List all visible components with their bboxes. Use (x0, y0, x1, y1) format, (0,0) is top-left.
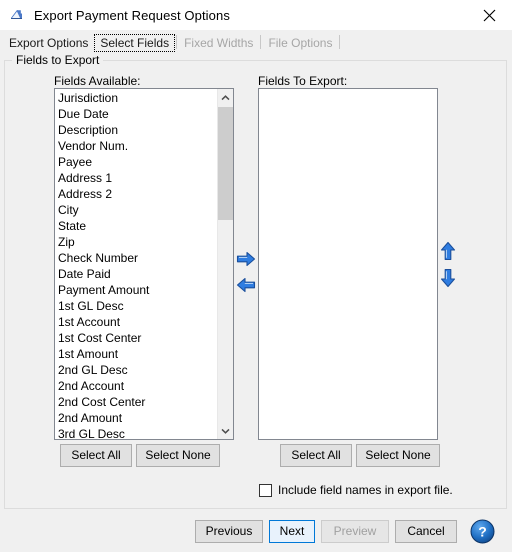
cancel-button[interactable]: Cancel (395, 520, 457, 543)
fields-available-scrollbar[interactable] (217, 89, 233, 439)
fields-to-export-items[interactable] (259, 89, 437, 90)
list-item[interactable]: 2nd Account (57, 378, 216, 394)
chevron-down-icon[interactable] (218, 422, 233, 439)
include-field-names-label: Include field names in export file. (278, 483, 453, 497)
tab-separator (176, 35, 178, 49)
fields-available-items[interactable]: Jurisdiction Due Date Description Vendor Nu… (55, 89, 216, 439)
arrow-right-icon[interactable] (235, 248, 257, 270)
list-item[interactable]: Jurisdiction (57, 90, 216, 106)
preview-button: Preview (321, 520, 389, 543)
fields-to-export-listbox[interactable] (258, 88, 438, 440)
list-item[interactable]: Zip (57, 234, 216, 250)
list-item[interactable]: Address 2 (57, 186, 216, 202)
list-item[interactable]: 2nd Amount (57, 410, 216, 426)
previous-button[interactable]: Previous (195, 520, 263, 543)
list-item[interactable]: State (57, 218, 216, 234)
tab-separator (260, 35, 262, 49)
list-item[interactable]: City (57, 202, 216, 218)
help-question-icon[interactable]: ? (470, 519, 495, 544)
available-select-all-button[interactable]: Select All (60, 444, 132, 467)
fields-to-export-label: Fields To Export: (258, 74, 348, 88)
list-item[interactable]: Description (57, 122, 216, 138)
export-document-icon (9, 7, 25, 23)
list-item[interactable]: Date Paid (57, 266, 216, 282)
tab-fixed-widths: Fixed Widths (184, 36, 254, 50)
group-legend: Fields to Export (12, 53, 104, 67)
tab-file-options: File Options (268, 36, 333, 50)
list-item[interactable]: Due Date (57, 106, 216, 122)
list-item[interactable]: 1st Amount (57, 346, 216, 362)
available-select-none-button[interactable]: Select None (136, 444, 220, 467)
list-item[interactable]: 1st Account (57, 314, 216, 330)
export-select-all-button[interactable]: Select All (280, 444, 352, 467)
list-item[interactable]: Vendor Num. (57, 138, 216, 154)
list-item[interactable]: Payee (57, 154, 216, 170)
tab-export-options[interactable]: Export Options (3, 34, 94, 52)
next-button[interactable]: Next (269, 520, 315, 543)
title-bar: Export Payment Request Options (0, 0, 512, 30)
tab-separator (339, 35, 341, 49)
tab-select-fields[interactable]: Select Fields (94, 34, 176, 52)
list-item[interactable]: 2nd Cost Center (57, 394, 216, 410)
list-item[interactable]: 2nd GL Desc (57, 362, 216, 378)
list-item[interactable]: Check Number (57, 250, 216, 266)
close-icon[interactable] (466, 0, 512, 30)
scrollbar-thumb[interactable] (218, 107, 233, 220)
list-item[interactable]: 1st Cost Center (57, 330, 216, 346)
include-field-names-row[interactable]: Include field names in export file. (259, 483, 453, 497)
arrow-down-icon[interactable] (437, 267, 459, 289)
window-title: Export Payment Request Options (34, 7, 230, 23)
tab-strip: Export Options Select Fields Fixed Width… (0, 30, 512, 52)
include-field-names-checkbox[interactable] (259, 483, 272, 497)
list-item[interactable]: Address 1 (57, 170, 216, 186)
fields-available-listbox[interactable]: Jurisdiction Due Date Description Vendor Nu… (54, 88, 234, 440)
svg-text:?: ? (478, 524, 487, 540)
list-item[interactable]: 1st GL Desc (57, 298, 216, 314)
fields-available-label: Fields Available: (54, 74, 141, 88)
list-item[interactable]: 3rd GL Desc (57, 426, 216, 439)
export-select-none-button[interactable]: Select None (356, 444, 440, 467)
list-item[interactable]: Payment Amount (57, 282, 216, 298)
chevron-up-icon[interactable] (218, 89, 233, 106)
arrow-up-icon[interactable] (437, 240, 459, 262)
arrow-left-icon[interactable] (235, 274, 257, 296)
